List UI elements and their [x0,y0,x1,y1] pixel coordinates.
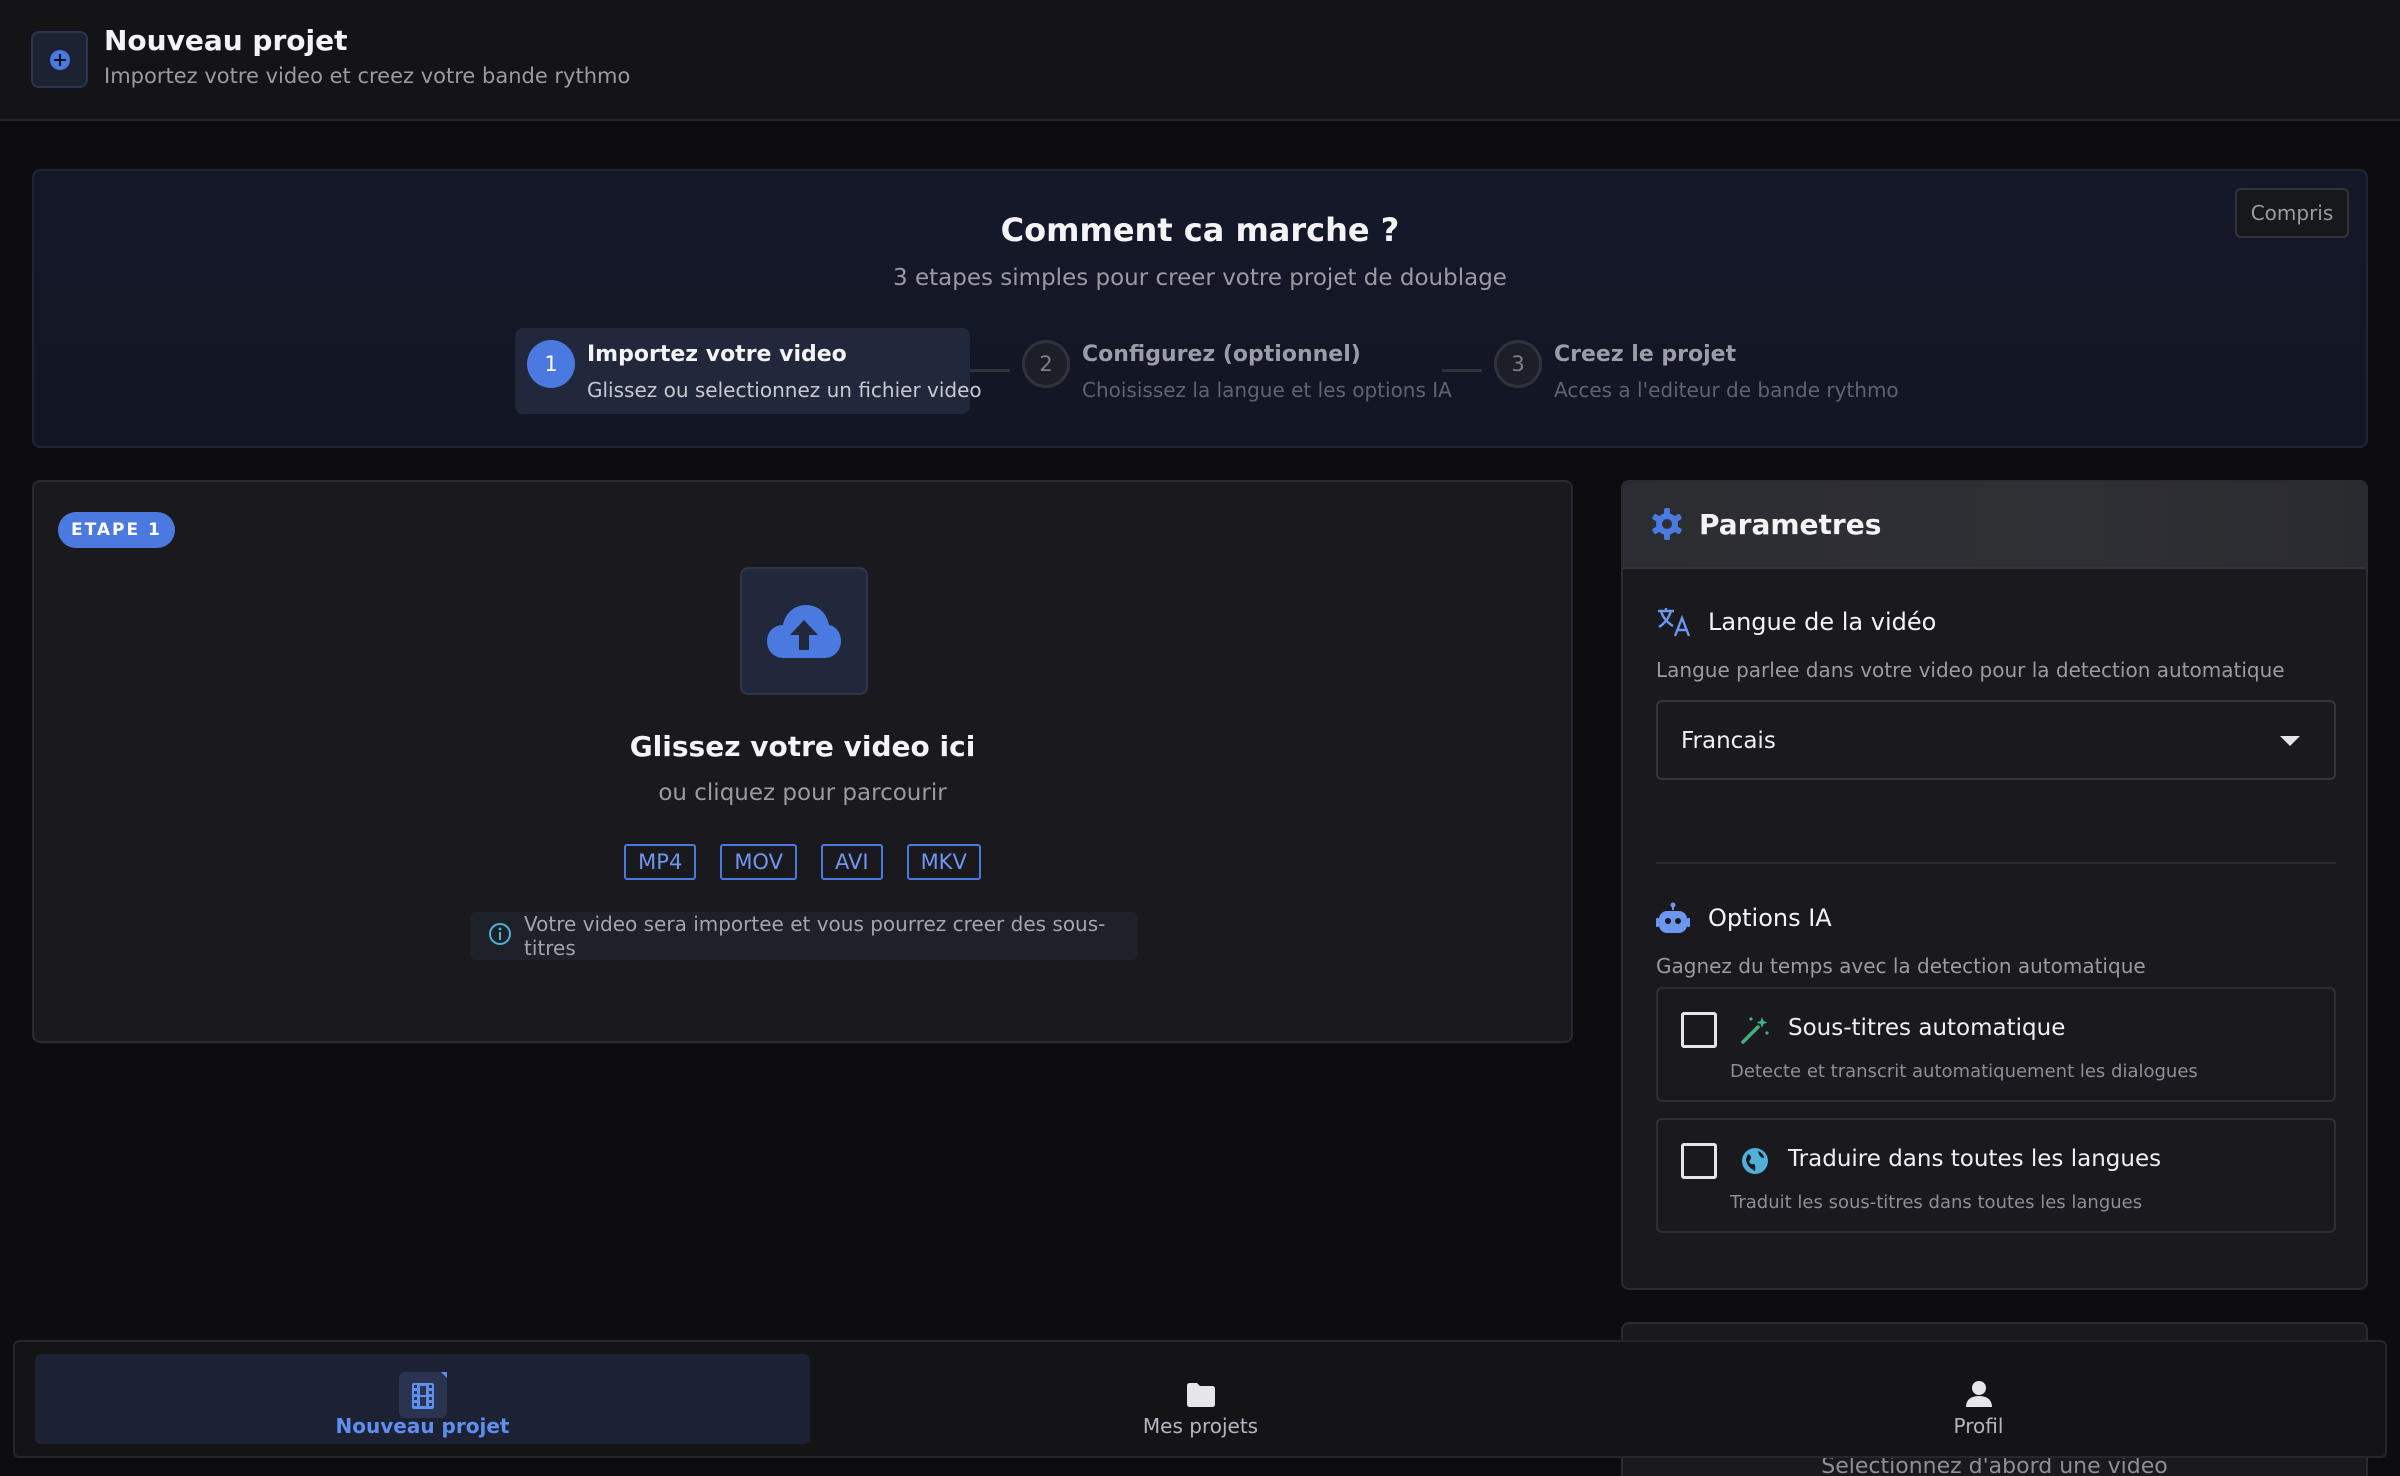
top-bar: Nouveau projet Importez votre video et c… [0,0,2400,121]
folder-icon [1186,1372,1216,1412]
option-desc: Detecte et transcrit automatiquement les… [1730,1061,2198,1082]
step-badge: ETAPE 1 [58,512,175,548]
nav-profile[interactable]: Profil [1591,1354,2366,1444]
nav-my-projects[interactable]: Mes projets [813,1354,1588,1444]
step-connector [1442,369,1482,372]
dropzone-title: Glissez votre video ici [629,730,976,763]
step-1: 1 Importez votre video Glissez ou select… [515,328,982,414]
language-select[interactable]: Francais [1656,700,2336,780]
format-tag: MP4 [624,844,697,880]
settings-panel: Parametres Langue de la vidéo Langue par… [1621,480,2368,1290]
how-it-works-banner: Comment ca marche ? 3 etapes simples pou… [32,169,2368,448]
magic-wand-icon [1740,1015,1770,1049]
language-desc: Langue parlee dans votre video pour la d… [1656,658,2285,682]
format-tag: AVI [820,844,883,880]
nav-label: Profil [1953,1414,2004,1438]
format-tag: MOV [720,844,797,880]
info-note: Votre video sera importee et vous pourre… [470,912,1138,960]
step-number: 3 [1494,340,1542,388]
cloud-upload-icon [740,567,868,695]
person-icon [1965,1372,1993,1412]
auto-subtitles-checkbox[interactable] [1681,1012,1717,1048]
nav-new-project[interactable]: Nouveau projet [35,1354,810,1444]
bottom-navigation: Nouveau projet Mes projets Profil [13,1340,2387,1458]
video-dropzone[interactable]: ETAPE 1 Glissez votre video ici ou cliqu… [32,480,1573,1043]
chevron-down-icon [2280,736,2300,746]
step-number: 2 [1022,340,1070,388]
option-title: Sous-titres automatique [1788,1015,2066,1041]
page-title: Nouveau projet [104,24,348,57]
step-2: 2 Configurez (optionnel) Choisissez la l… [1010,328,1452,414]
option-title: Traduire dans toutes les langues [1788,1146,2162,1172]
dismiss-button[interactable]: Compris [2235,188,2349,238]
language-selected-value: Francais [1681,728,1776,754]
globe-icon [1740,1146,1770,1180]
format-tag: MKV [906,844,981,880]
step-connector [970,369,1010,372]
translate-icon [1656,606,1692,642]
language-title: Langue de la vidéo [1708,608,1937,636]
nav-label: Nouveau projet [335,1414,510,1438]
step-title: Importez votre video [587,342,847,367]
step-title: Configurez (optionnel) [1082,342,1361,367]
format-list: MP4 MOV AVI MKV [34,844,1571,880]
info-text: Votre video sera importee et vous pourre… [524,912,1106,960]
option-auto-subtitles[interactable]: Sous-titres automatique Detecte et trans… [1656,987,2336,1102]
step-3: 3 Creez le projet Acces a l'editeur de b… [1482,328,1912,414]
option-translate-all[interactable]: Traduire dans toutes les langues Traduit… [1656,1118,2336,1233]
settings-title: Parametres [1699,508,1882,541]
robot-icon [1656,902,1690,940]
settings-header: Parametres [1623,482,2366,569]
nav-label: Mes projets [1142,1414,1259,1438]
option-desc: Traduit les sous-titres dans toutes les … [1730,1192,2143,1213]
step-desc: Glissez ou selectionnez un fichier video [587,378,982,402]
divider [1656,862,2336,864]
new-project-icon [31,31,88,88]
gear-icon [1650,507,1684,545]
how-it-works-subtitle: 3 etapes simples pour creer votre projet… [893,265,1507,291]
translate-all-checkbox[interactable] [1681,1143,1717,1179]
dropzone-subtitle: ou cliquez pour parcourir [658,780,947,806]
step-title: Creez le projet [1554,342,1737,367]
step-desc: Acces a l'editeur de bande rythmo [1554,378,1899,402]
step-number: 1 [527,340,575,388]
how-it-works-title: Comment ca marche ? [1000,211,1400,249]
step-desc: Choisissez la langue et les options IA [1082,378,1452,402]
page-subtitle: Importez votre video et creez votre band… [104,64,631,88]
info-icon [488,922,512,950]
ai-options-desc: Gagnez du temps avec la detection automa… [1656,954,2146,978]
ai-options-title: Options IA [1708,904,1832,932]
